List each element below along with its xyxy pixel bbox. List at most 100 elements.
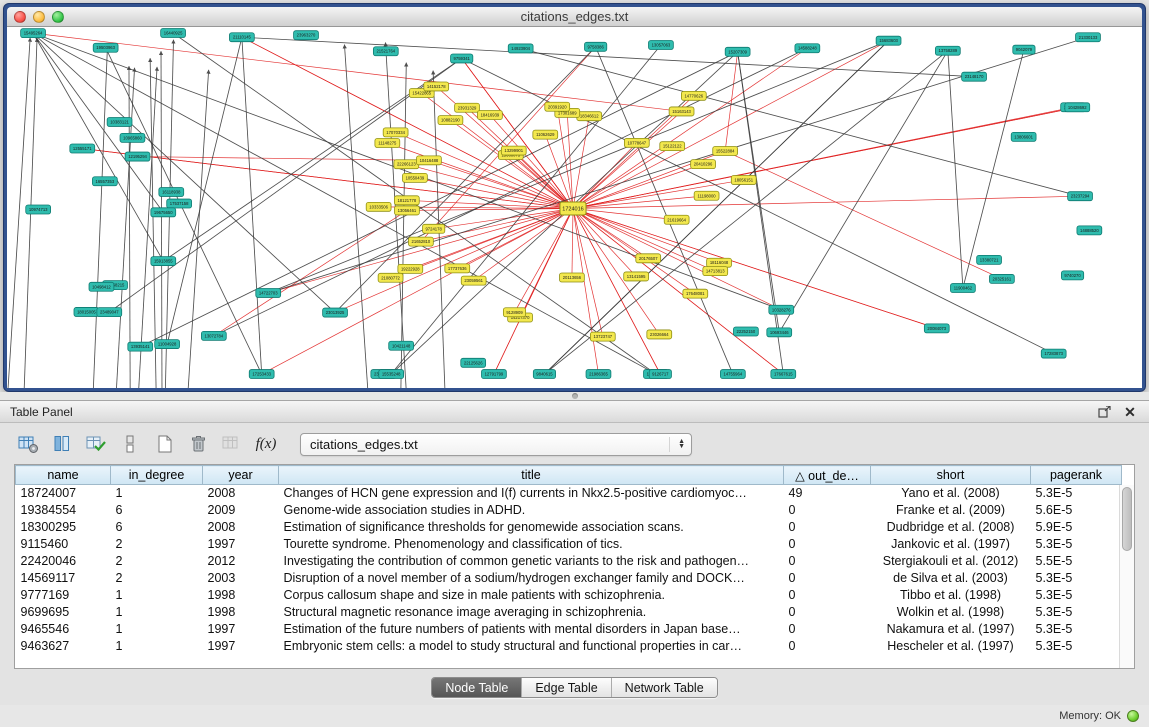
function-builder-icon[interactable]: f(x) <box>252 432 280 456</box>
cell-in_degree[interactable]: 2 <box>111 570 203 587</box>
cell-pagerank[interactable]: 5.6E-5 <box>1031 502 1122 519</box>
table-mode-icon[interactable] <box>14 432 42 456</box>
cell-title[interactable]: Genome-wide association studies in ADHD. <box>279 502 784 519</box>
cell-out_degree[interactable]: 0 <box>784 638 871 655</box>
cell-title[interactable]: Embryonic stem cells: a model to study s… <box>279 638 784 655</box>
cell-title[interactable]: Corpus callosum shape and size in male p… <box>279 587 784 604</box>
cell-short[interactable]: Tibbo et al. (1998) <box>871 587 1031 604</box>
cell-in_degree[interactable]: 1 <box>111 638 203 655</box>
cell-pagerank[interactable]: 5.3E-5 <box>1031 485 1122 502</box>
table-vertical-scrollbar[interactable] <box>1119 485 1134 668</box>
table-row[interactable]: 969969511998Structural magnetic resonanc… <box>16 604 1122 621</box>
float-panel-icon[interactable] <box>1095 404 1113 420</box>
cell-short[interactable]: de Silva et al. (2003) <box>871 570 1031 587</box>
cell-out_degree[interactable]: 0 <box>784 621 871 638</box>
cell-year[interactable]: 1998 <box>203 604 279 621</box>
cell-out_degree[interactable]: 0 <box>784 604 871 621</box>
cell-out_degree[interactable]: 0 <box>784 536 871 553</box>
export-table-icon[interactable] <box>82 432 110 456</box>
cell-name[interactable]: 9115460 <box>16 536 111 553</box>
cell-pagerank[interactable]: 5.3E-5 <box>1031 536 1122 553</box>
cell-in_degree[interactable]: 1 <box>111 621 203 638</box>
tab-node-table[interactable]: Node Table <box>432 678 521 697</box>
cell-pagerank[interactable]: 5.3E-5 <box>1031 604 1122 621</box>
cell-name[interactable]: 19384554 <box>16 502 111 519</box>
cell-title[interactable]: Estimation of the future numbers of pati… <box>279 621 784 638</box>
window-titlebar[interactable]: citations_edges.txt <box>7 7 1142 27</box>
network-graph[interactable]: 1812177817070334181160482165281019222928… <box>7 27 1142 388</box>
cell-out_degree[interactable]: 0 <box>784 570 871 587</box>
column-header-pagerank[interactable]: pagerank <box>1031 466 1122 485</box>
cell-year[interactable]: 2008 <box>203 519 279 536</box>
cell-year[interactable]: 2009 <box>203 502 279 519</box>
cell-title[interactable]: Investigating the contribution of common… <box>279 553 784 570</box>
new-column-icon[interactable] <box>150 432 178 456</box>
column-visibility-icon[interactable] <box>48 432 76 456</box>
cell-in_degree[interactable]: 6 <box>111 519 203 536</box>
cell-year[interactable]: 2003 <box>203 570 279 587</box>
cell-title[interactable]: Structural magnetic resonance image aver… <box>279 604 784 621</box>
cell-in_degree[interactable]: 1 <box>111 604 203 621</box>
scrollbar-thumb[interactable] <box>1122 487 1132 551</box>
cell-name[interactable]: 9699695 <box>16 604 111 621</box>
cell-short[interactable]: Franke et al. (2009) <box>871 502 1031 519</box>
close-panel-icon[interactable]: ✕ <box>1121 404 1139 420</box>
cell-name[interactable]: 9777169 <box>16 587 111 604</box>
cell-out_degree[interactable]: 49 <box>784 485 871 502</box>
cell-short[interactable]: Nakamura et al. (1997) <box>871 621 1031 638</box>
cell-year[interactable]: 1997 <box>203 638 279 655</box>
cell-out_degree[interactable]: 0 <box>784 587 871 604</box>
cell-pagerank[interactable]: 5.3E-5 <box>1031 638 1122 655</box>
cell-in_degree[interactable]: 6 <box>111 502 203 519</box>
cell-year[interactable]: 2008 <box>203 485 279 502</box>
tab-edge-table[interactable]: Edge Table <box>521 678 610 697</box>
cell-name[interactable]: 22420046 <box>16 553 111 570</box>
cell-name[interactable]: 18300295 <box>16 519 111 536</box>
table-row[interactable]: 2242004622012Investigating the contribut… <box>16 553 1122 570</box>
cell-short[interactable]: Yano et al. (2008) <box>871 485 1031 502</box>
cell-pagerank[interactable]: 5.9E-5 <box>1031 519 1122 536</box>
cell-year[interactable]: 2012 <box>203 553 279 570</box>
network-canvas[interactable]: 1812177817070334181160482165281019222928… <box>7 27 1142 388</box>
cell-out_degree[interactable]: 0 <box>784 502 871 519</box>
cell-name[interactable]: 18724007 <box>16 485 111 502</box>
table-row[interactable]: 946362711997Embryonic stem cells: a mode… <box>16 638 1122 655</box>
table-row[interactable]: 946554611997Estimation of the future num… <box>16 621 1122 638</box>
column-header-in_degree[interactable]: in_degree <box>111 466 203 485</box>
cell-pagerank[interactable]: 5.3E-5 <box>1031 587 1122 604</box>
cell-pagerank[interactable]: 5.5E-5 <box>1031 553 1122 570</box>
row-tools-icon[interactable] <box>116 432 144 456</box>
table-select[interactable]: citations_edges.txt ▲▼ <box>300 433 692 456</box>
cell-year[interactable]: 1998 <box>203 587 279 604</box>
cell-short[interactable]: Dudbridge et al. (2008) <box>871 519 1031 536</box>
cell-title[interactable]: Tourette syndrome. Phenomenology and cla… <box>279 536 784 553</box>
cell-in_degree[interactable]: 2 <box>111 536 203 553</box>
cell-title[interactable]: Disruption of a novel member of a sodium… <box>279 570 784 587</box>
table-row[interactable]: 1938455462009Genome-wide association stu… <box>16 502 1122 519</box>
cell-short[interactable]: Wolkin et al. (1998) <box>871 604 1031 621</box>
cell-name[interactable]: 9463627 <box>16 638 111 655</box>
cell-year[interactable]: 1997 <box>203 621 279 638</box>
cell-title[interactable]: Changes of HCN gene expression and I(f) … <box>279 485 784 502</box>
delete-column-icon[interactable] <box>184 432 212 456</box>
table-row[interactable]: 1456911722003Disruption of a novel membe… <box>16 570 1122 587</box>
cell-short[interactable]: Jankovic et al. (1997) <box>871 536 1031 553</box>
cell-short[interactable]: Stergiakouli et al. (2012) <box>871 553 1031 570</box>
table-row[interactable]: 1872400712008Changes of HCN gene express… <box>16 485 1122 502</box>
cell-out_degree[interactable]: 0 <box>784 519 871 536</box>
cell-pagerank[interactable]: 5.3E-5 <box>1031 621 1122 638</box>
table-row[interactable]: 911546021997Tourette syndrome. Phenomeno… <box>16 536 1122 553</box>
cell-in_degree[interactable]: 1 <box>111 587 203 604</box>
column-header-out_degree[interactable]: △ out_de… <box>784 466 871 485</box>
cell-name[interactable]: 9465546 <box>16 621 111 638</box>
minimize-button[interactable] <box>33 11 45 23</box>
tab-network-table[interactable]: Network Table <box>611 678 717 697</box>
cell-year[interactable]: 1997 <box>203 536 279 553</box>
column-header-year[interactable]: year <box>203 466 279 485</box>
column-header-title[interactable]: title <box>279 466 784 485</box>
cell-name[interactable]: 14569117 <box>16 570 111 587</box>
cell-in_degree[interactable]: 2 <box>111 553 203 570</box>
cell-title[interactable]: Estimation of significance thresholds fo… <box>279 519 784 536</box>
panel-splitter[interactable] <box>0 392 1149 400</box>
cell-pagerank[interactable]: 5.3E-5 <box>1031 570 1122 587</box>
